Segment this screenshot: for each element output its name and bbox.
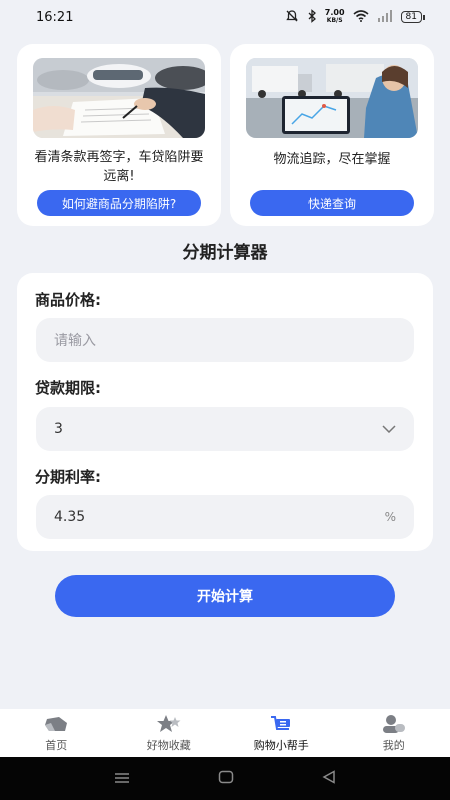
page-title: 分期计算器 [182,243,268,263]
express-query-button[interactable]: 快递查询 [250,190,414,216]
menu-icon[interactable] [114,769,130,788]
tab-home-label: 首页 [45,738,68,752]
calculator-form: 商品价格: 请输入 贷款期限: 3 分期利率: 4.35 % [17,273,433,551]
battery-icon: 81 [400,11,426,23]
signal-icon [377,9,393,25]
net-speed: 7.00 KB/S [324,8,345,25]
cart-icon [269,714,293,734]
price-input[interactable]: 请输入 [36,318,414,362]
status-bar: 16:21 7.00 KB/S 81 [0,0,450,34]
logistics-card: 物流追踪，尽在掌握 快递查询 [230,44,434,226]
home-icon [43,714,69,734]
rate-value: 4.35 [54,509,86,525]
tab-shopping-helper[interactable]: 购物小帮手 [225,714,337,753]
back-icon[interactable] [322,769,336,788]
tab-mine[interactable]: 我的 [338,714,450,753]
avoid-installment-trap-button[interactable]: 如何避商品分期陷阱? [37,190,201,216]
price-label: 商品价格: [35,291,101,309]
logistics-image [246,58,418,138]
mute-icon [285,9,299,26]
start-calculate-button[interactable]: 开始计算 [55,575,395,617]
percent-unit: % [384,510,396,524]
rate-label: 分期利率: [35,468,101,486]
system-nav-bar [0,757,450,800]
star-icon [156,714,182,734]
term-select[interactable]: 3 [36,407,414,451]
tab-home[interactable]: 首页 [0,714,112,753]
price-placeholder: 请输入 [54,333,96,349]
tab-favorites-label: 好物收藏 [146,738,191,752]
term-label: 贷款期限: [35,379,101,397]
bluetooth-icon [307,8,317,26]
home-nav-icon[interactable] [218,769,234,788]
bottom-tab-bar: 首页 好物收藏 购物小帮手 我的 [0,709,450,757]
rate-input[interactable]: 4.35 % [36,495,414,539]
tab-shopping-helper-label: 购物小帮手 [253,738,309,752]
tab-favorites[interactable]: 好物收藏 [113,714,225,753]
status-time: 16:21 [36,9,74,25]
user-icon [381,714,407,734]
tab-mine-label: 我的 [382,738,405,752]
chevron-down-icon [382,421,396,437]
car-loan-tip-text: 看清条款再签字，车贷陷阱要远离! [34,150,204,184]
contract-signing-image [33,58,205,138]
status-icons: 7.00 KB/S 81 [285,8,426,26]
term-value: 3 [54,421,63,437]
car-loan-tip-card: 看清条款再签字，车贷陷阱要远离! 如何避商品分期陷阱? [17,44,221,226]
wifi-icon [353,9,369,25]
logistics-tip-text: 物流追踪，尽在掌握 [273,152,391,167]
